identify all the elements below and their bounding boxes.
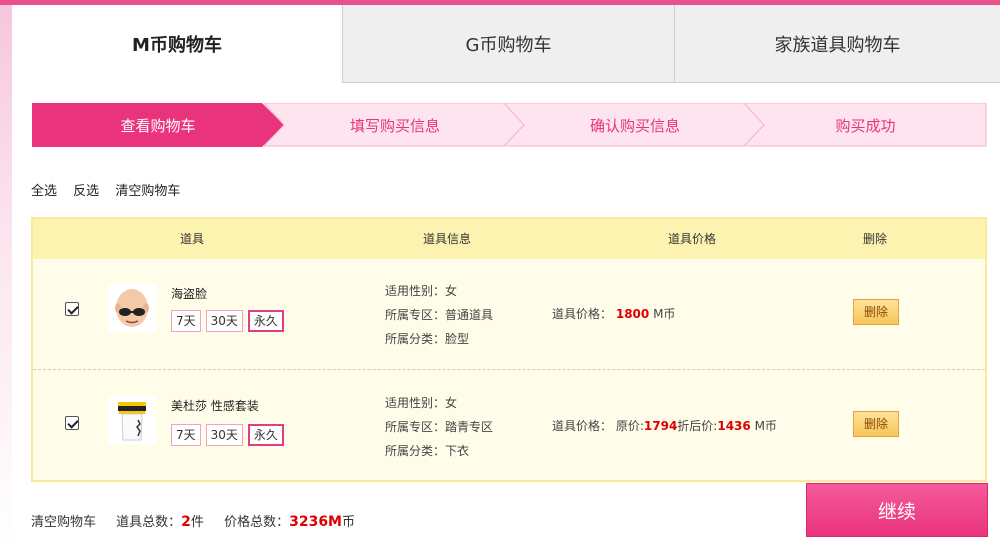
duration-permanent[interactable]: 永久 [247,424,284,446]
cart-table: 道具 道具信息 道具价格 删除 海盗脸 7天 30天 永久 适用性别：女 所属专… [31,217,987,482]
cart-actions: 全选 反选 清空购物车 [31,180,192,199]
original-price-label: 原价: [615,419,644,433]
item-info: 适用性别：女 所属专区：普通道具 所属分类：脸型 [385,279,493,351]
step-confirm-info: 确认购买信息 [504,103,766,147]
item-checkbox[interactable] [65,416,79,430]
header-delete: 删除 [863,232,888,246]
price-total-label: 价格总数： [224,515,290,530]
duration-7-days[interactable]: 7天 [171,424,201,446]
tab-family-item-cart[interactable]: 家族道具购物车 [674,5,1000,83]
duration-30-days[interactable]: 30天 [205,424,243,446]
item-price: 道具价格： 1800 M币 [552,305,675,322]
cart-footer: 清空购物车 道具总数：2件 价格总数：3236M币 [31,511,371,530]
item-category: 所属分类：脸型 [385,332,470,346]
step-label: 填写购买信息 [349,116,440,135]
delete-button[interactable]: 删除 [853,411,899,437]
invert-selection-link[interactable]: 反选 [73,184,99,199]
price-total-value: 3236M [289,514,342,530]
item-count: 道具总数：2件 [116,514,204,530]
item-category: 所属分类：下衣 [385,444,470,458]
item-price: 道具价格： 原价:1794折后价:1436 M币 [552,417,777,434]
header-price: 道具价格 [668,232,717,246]
footer-clear-cart-link[interactable]: 清空购物车 [31,515,96,530]
price-total-unit: 币 [342,515,356,530]
header-info: 道具信息 [423,232,472,246]
step-label: 购买成功 [835,116,896,135]
price-unit: M币 [653,307,676,321]
discount-price-value: 1436 [717,419,751,433]
page-background-gradient [0,0,12,550]
tab-m-coin-cart[interactable]: M币购物车 [12,5,342,83]
checkout-steps: 查看购物车 填写购买信息 确认购买信息 购买成功 [32,103,987,147]
original-price-value: 1794 [643,419,678,433]
price-value: 1800 [615,307,650,321]
cart-tabs: M币购物车 G币购物车 家族道具购物车 [12,5,1000,83]
item-count-value: 2 [181,514,191,530]
step-label: 确认购买信息 [589,116,680,135]
price-label: 道具价格： [552,307,613,321]
delete-button[interactable]: 删除 [853,299,899,325]
pirate-face-thumbnail [108,284,156,332]
medusa-outfit-thumbnail [108,396,156,444]
duration-30-days[interactable]: 30天 [205,310,243,332]
item-name: 海盗脸 [171,287,208,301]
duration-7-days[interactable]: 7天 [171,310,201,332]
item-zone: 所属专区：普通道具 [385,308,494,322]
step-view-cart: 查看购物车 [32,103,284,147]
continue-button[interactable]: 继续 [806,483,988,537]
discount-price-label: 折后价: [677,419,718,433]
cart-panel: M币购物车 G币购物车 家族道具购物车 查看购物车 填写购买信息 确认购买信息 [12,5,1000,550]
step-success: 购买成功 [744,103,987,147]
item-count-unit: 件 [190,515,204,530]
table-row: 海盗脸 7天 30天 永久 适用性别：女 所属专区：普通道具 所属分类：脸型 道… [33,259,985,370]
duration-options: 7天 30天 永久 [171,310,284,332]
item-checkbox[interactable] [65,302,79,316]
item-name: 美杜莎 性感套装 [171,399,259,413]
item-zone: 所属专区：踏青专区 [385,420,494,434]
price-total: 价格总数：3236M币 [224,514,356,530]
price-unit: M币 [754,419,777,433]
tab-g-coin-cart[interactable]: G币购物车 [342,5,674,83]
duration-options: 7天 30天 永久 [171,424,284,446]
item-gender: 适用性别：女 [385,284,458,298]
item-count-label: 道具总数： [116,515,182,530]
step-label: 查看购物车 [120,116,196,135]
step-fill-info: 填写购买信息 [264,103,526,147]
select-all-link[interactable]: 全选 [31,184,57,199]
table-header: 道具 道具信息 道具价格 删除 [33,219,985,259]
clear-cart-link[interactable]: 清空购物车 [115,184,180,199]
duration-permanent[interactable]: 永久 [247,310,284,332]
table-row: 美杜莎 性感套装 7天 30天 永久 适用性别：女 所属专区：踏青专区 所属分类… [33,371,985,482]
item-gender: 适用性别：女 [385,396,458,410]
header-item: 道具 [180,232,205,246]
item-info: 适用性别：女 所属专区：踏青专区 所属分类：下衣 [385,391,493,463]
price-label: 道具价格： [552,419,613,433]
